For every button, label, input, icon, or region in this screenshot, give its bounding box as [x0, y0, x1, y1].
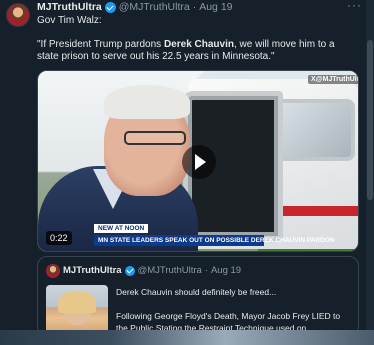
news-lower-third: NEW AT NOON MN STATE LEADERS SPEAK OUT O…	[94, 217, 335, 246]
video-person-hair	[104, 85, 190, 119]
separator-dot: ·	[192, 1, 197, 13]
quote-bold-name: Derek Chauvin	[163, 39, 234, 50]
scrollbar-thumb[interactable]	[367, 40, 373, 200]
quoted-separator-dot: ·	[204, 265, 208, 276]
lower-third-label: NEW AT NOON	[94, 224, 149, 233]
video-person-glasses	[124, 131, 186, 145]
video-duration: 0:22	[46, 231, 72, 245]
play-icon[interactable]	[182, 145, 216, 179]
tweet-header: MJTruthUltra @MJTruthUltra · Aug 19	[37, 0, 233, 14]
quoted-author-handle: @MJTruthUltra	[137, 265, 202, 276]
lower-third-text: MN STATE LEADERS SPEAK OUT ON POSSIBLE D…	[94, 235, 335, 246]
quoted-author-avatar	[46, 264, 60, 278]
video-red-stripe	[283, 206, 358, 216]
author-name[interactable]: MJTruthUltra	[37, 1, 102, 13]
post-date[interactable]: Aug 19	[199, 1, 232, 13]
author-avatar[interactable]	[6, 3, 30, 27]
author-handle[interactable]: @MJTruthUltra	[119, 1, 190, 13]
quoted-tweet-header: MJTruthUltra @MJTruthUltra · Aug 19	[63, 265, 241, 276]
video-player[interactable]: X@MJTruthUltra NEW AT NOON MN STATE LEAD…	[37, 70, 359, 252]
scrollbar[interactable]	[366, 0, 374, 330]
video-van-window	[273, 99, 355, 161]
quoted-verified-badge-icon	[124, 265, 135, 276]
video-watermark: X@MJTruthUltra	[308, 75, 358, 84]
quoted-author-name: MJTruthUltra	[63, 265, 122, 276]
more-options-icon[interactable]: ···	[347, 0, 362, 12]
verified-badge-icon	[104, 1, 116, 13]
quoted-text-line1: Derek Chauvin should definitely be freed…	[116, 287, 277, 297]
quoted-media-thumbnail	[46, 285, 108, 335]
tweet-text-line1: Gov Tim Walz:	[37, 15, 102, 26]
next-post-preview	[0, 330, 374, 345]
quoted-tweet[interactable]: MJTruthUltra @MJTruthUltra · Aug 19 Dere…	[37, 256, 359, 336]
quote-prefix: "If President Trump pardons	[37, 39, 164, 50]
tweet[interactable]: MJTruthUltra @MJTruthUltra · Aug 19 ··· …	[0, 0, 374, 336]
tweet-quote-text: "If President Trump pardons Derek Chauvi…	[37, 39, 357, 63]
quoted-post-date: Aug 19	[210, 265, 242, 276]
